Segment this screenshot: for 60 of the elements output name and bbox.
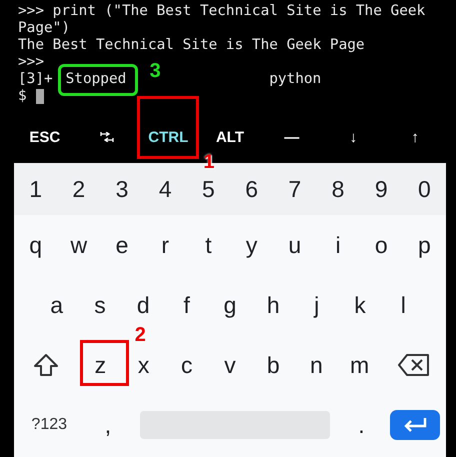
keyboard-key[interactable]: .: [352, 408, 371, 442]
job-id: [3]+: [18, 71, 54, 88]
keyboard-key[interactable]: e: [110, 228, 134, 262]
keyboard-key[interactable]: f: [177, 288, 196, 322]
keyboard-key[interactable]: o: [368, 228, 394, 262]
keyboard-key[interactable]: c: [175, 348, 199, 382]
job-status: Stopped: [66, 71, 126, 87]
keyboard-key[interactable]: i: [329, 228, 347, 262]
terminal-line: >>>: [18, 54, 44, 71]
callout-number: 2: [134, 325, 146, 345]
keyboard-key[interactable]: k: [348, 288, 372, 322]
keyboard-key[interactable]: a: [44, 288, 70, 322]
extra-key[interactable]: CTRL: [142, 124, 194, 150]
keyboard-key[interactable]: 3: [110, 172, 134, 206]
keyboard-key[interactable]: b: [260, 348, 286, 382]
keyboard-key[interactable]: 2: [66, 172, 92, 206]
keyboard-key[interactable]: w: [64, 228, 94, 262]
enter-arrow-icon: [402, 416, 428, 434]
keyboard-key[interactable]: q: [23, 228, 48, 262]
extra-key[interactable]: ↑: [405, 124, 425, 150]
terminal-line: Page"): [18, 20, 70, 37]
keyboard-key[interactable]: z: [88, 348, 112, 382]
extra-key[interactable]: ↓: [344, 124, 364, 150]
keyboard-key[interactable]: y: [240, 228, 264, 262]
shift-arrow-icon: [33, 353, 60, 377]
keyboard-key[interactable]: u: [282, 228, 308, 262]
keyboard-key[interactable]: v: [218, 348, 242, 382]
shell-prompt: $: [18, 88, 27, 105]
extra-key[interactable]: ALT: [210, 124, 250, 150]
keyboard-key[interactable]: 6: [239, 172, 264, 206]
terminal-line: The Best Technical Site is The Geek Page: [18, 37, 365, 54]
keyboard-key[interactable]: p: [412, 228, 437, 262]
keyboard-key[interactable]: n: [304, 348, 329, 382]
keyboard-key[interactable]: l: [394, 288, 412, 322]
keyboard-key[interactable]: 7: [282, 172, 308, 206]
extra-key[interactable]: ESC: [23, 124, 66, 150]
keyboard-key[interactable]: h: [260, 288, 286, 322]
keyboard-key[interactable]: d: [130, 288, 156, 322]
keyboard-key[interactable]: ,: [98, 408, 118, 442]
tab-arrows-icon: [100, 132, 114, 142]
keyboard-key[interactable]: t: [199, 228, 218, 262]
keyboard-key[interactable]: r: [155, 228, 176, 262]
terminal-line: >>> print ("The Best Technical Site is The Geek: [18, 3, 426, 20]
keyboard-key[interactable]: 9: [368, 172, 394, 206]
keyboard-key[interactable]: 4: [152, 172, 178, 206]
keyboard-key[interactable]: j: [308, 288, 326, 322]
keyboard-key[interactable]: m: [344, 348, 376, 382]
symbols-key[interactable]: ?123: [25, 412, 74, 438]
keyboard-key[interactable]: 1: [23, 172, 48, 206]
extra-key[interactable]: —: [278, 124, 306, 150]
enter-key[interactable]: [390, 410, 440, 440]
backspace-icon: [398, 353, 430, 377]
keyboard-key[interactable]: s: [88, 288, 112, 322]
callout-number: 3: [150, 61, 161, 81]
keyboard-key[interactable]: 0: [412, 172, 437, 206]
job-command: python: [269, 71, 322, 88]
keyboard-key[interactable]: g: [218, 288, 242, 322]
keyboard-key[interactable]: x: [132, 348, 156, 382]
keyboard-key[interactable]: 5: [196, 172, 221, 206]
keyboard-key[interactable]: 8: [326, 172, 350, 206]
